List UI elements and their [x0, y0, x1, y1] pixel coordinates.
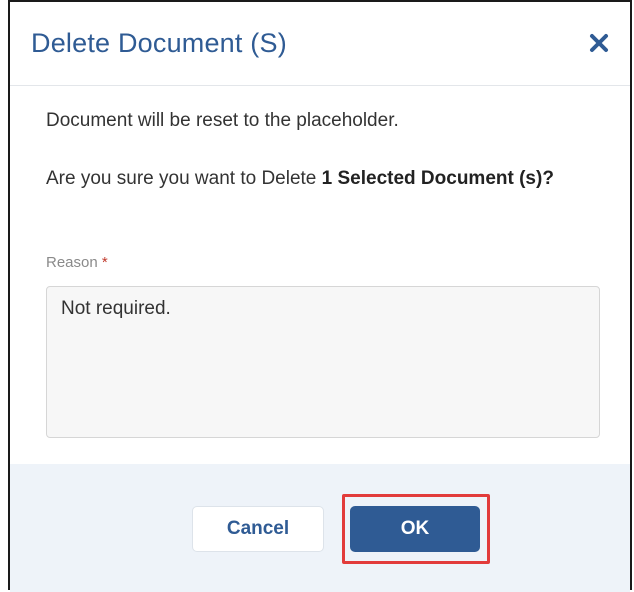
ok-button[interactable]: OK [350, 506, 480, 552]
confirm-message: Are you sure you want to Delete 1 Select… [46, 164, 566, 194]
dialog-header: Delete Document (S) [10, 2, 630, 86]
dialog-title: Delete Document (S) [31, 28, 287, 58]
reset-message: Document will be reset to the placeholde… [46, 110, 399, 131]
confirm-selection-count: 1 Selected Document (s)? [321, 168, 554, 189]
reason-label: Reason * [46, 254, 108, 271]
required-marker: * [101, 254, 108, 271]
cancel-button[interactable]: Cancel [192, 506, 324, 552]
reason-textarea[interactable]: Not required. [46, 286, 600, 438]
dialog-body: Document will be reset to the placeholde… [10, 86, 630, 464]
dialog-footer: Cancel OK [10, 464, 630, 592]
delete-document-dialog: Delete Document (S) Document will be res… [8, 0, 632, 592]
confirm-prefix: Are you sure you want to Delete [46, 168, 322, 189]
close-icon[interactable] [588, 32, 610, 54]
reason-label-text: Reason [46, 254, 98, 271]
